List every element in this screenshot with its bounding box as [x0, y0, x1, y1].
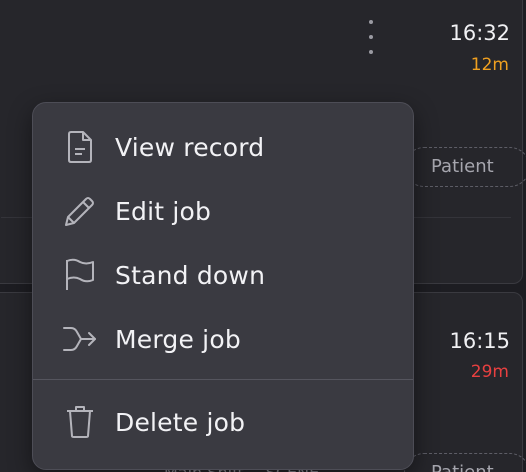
document-icon: [63, 130, 97, 164]
menu-item-label: Edit job: [115, 196, 212, 226]
more-options-icon[interactable]: [368, 20, 374, 54]
job-context-menu: View record Edit job Stand down Merge jo…: [32, 102, 414, 470]
menu-item-delete-job[interactable]: Delete job: [33, 390, 413, 454]
flag-icon: [63, 258, 97, 292]
job-duration: 12m: [470, 55, 509, 75]
trash-icon: [63, 405, 97, 439]
patient-tag[interactable]: Patient: [404, 453, 526, 472]
menu-divider: [33, 379, 413, 380]
pencil-icon: [63, 194, 97, 228]
menu-item-view-record[interactable]: View record: [33, 115, 413, 179]
job-time: 16:32: [449, 21, 510, 45]
menu-item-label: View record: [115, 132, 265, 162]
menu-item-label: Stand down: [115, 260, 266, 290]
job-time: 16:15: [449, 329, 510, 353]
menu-item-stand-down[interactable]: Stand down: [33, 243, 413, 307]
menu-item-label: Merge job: [115, 324, 241, 354]
job-duration: 29m: [470, 362, 509, 382]
patient-tag[interactable]: Patient: [404, 147, 526, 187]
merge-arrow-icon: [63, 322, 97, 356]
menu-item-merge-job[interactable]: Merge job: [33, 307, 413, 371]
menu-item-edit-job[interactable]: Edit job: [33, 179, 413, 243]
menu-item-label: Delete job: [115, 407, 246, 437]
